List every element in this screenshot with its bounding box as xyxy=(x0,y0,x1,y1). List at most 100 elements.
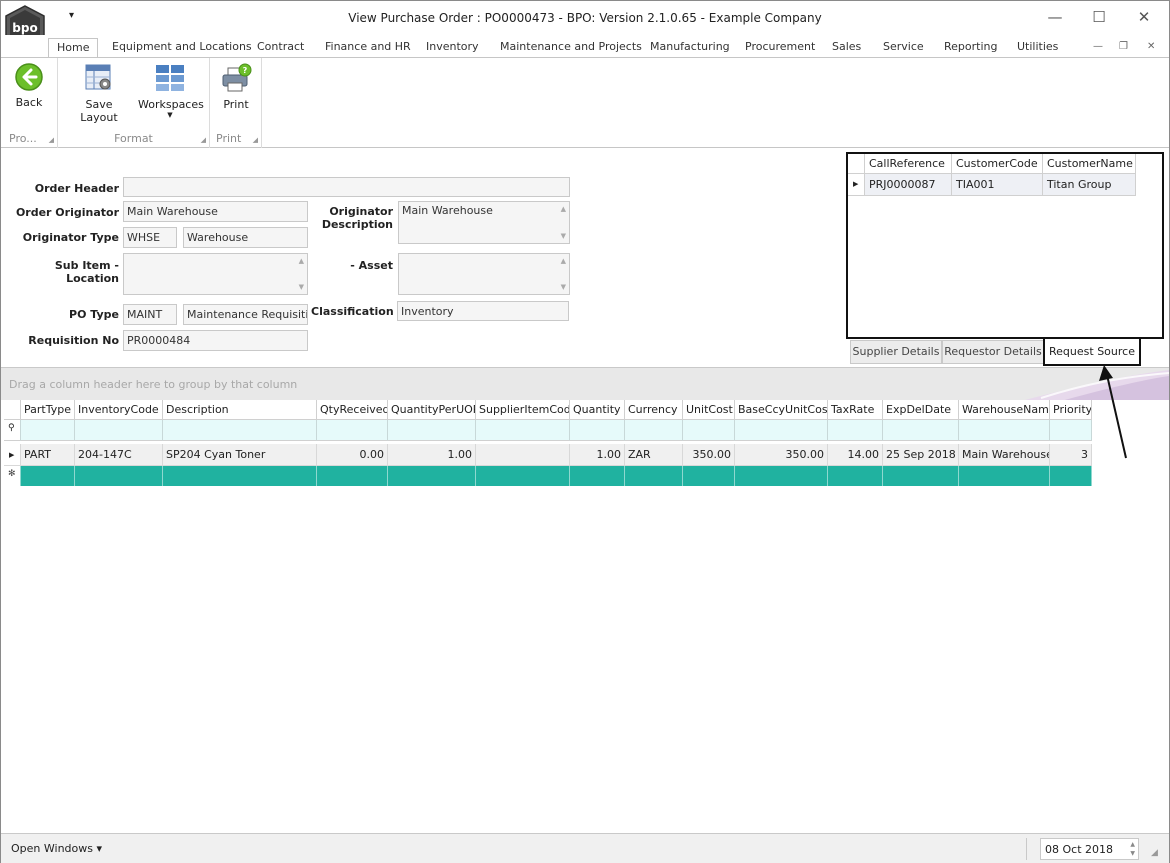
order-header-field[interactable] xyxy=(123,177,570,197)
dialog-launcher-icon[interactable]: ◢ xyxy=(201,136,206,144)
originator-description-field[interactable]: Main Warehouse ▲ ▼ xyxy=(398,201,570,244)
mdi-close-button[interactable]: ✕ xyxy=(1143,38,1159,58)
tab-equipment-and-locations[interactable]: Equipment and Locations xyxy=(108,38,256,58)
save-layout-button[interactable]: Save Layout xyxy=(66,62,132,124)
scroll-down-icon[interactable]: ▼ xyxy=(299,283,304,291)
new-row-cell[interactable] xyxy=(570,466,625,486)
column-header[interactable]: QuantityPerUOP xyxy=(388,400,476,420)
table-cell[interactable]: Titan Group xyxy=(1043,174,1136,196)
scroll-up-icon[interactable]: ▲ xyxy=(561,205,566,213)
tab-reporting[interactable]: Reporting xyxy=(940,38,1001,58)
column-header[interactable]: UnitCost xyxy=(683,400,735,420)
table-cell[interactable]: SP204 Cyan Toner xyxy=(163,444,317,466)
dialog-launcher-icon[interactable]: ◢ xyxy=(49,136,54,144)
minimize-button[interactable]: — xyxy=(1045,7,1065,27)
filter-cell[interactable] xyxy=(883,420,959,441)
tab-sales[interactable]: Sales xyxy=(828,38,865,58)
tab-service[interactable]: Service xyxy=(879,38,928,58)
new-row-cell[interactable] xyxy=(625,466,683,486)
scroll-down-icon[interactable]: ▼ xyxy=(561,232,566,240)
table-cell[interactable]: 1.00 xyxy=(570,444,625,466)
new-row-cell[interactable] xyxy=(683,466,735,486)
column-header[interactable]: Description xyxy=(163,400,317,420)
dialog-launcher-icon[interactable]: ◢ xyxy=(253,136,258,144)
filter-cell[interactable] xyxy=(317,420,388,441)
new-row-cell[interactable] xyxy=(959,466,1050,486)
new-row-cell[interactable] xyxy=(317,466,388,486)
close-button[interactable]: ✕ xyxy=(1134,7,1154,27)
table-cell[interactable]: PRJ0000087 xyxy=(865,174,952,196)
new-row-cell[interactable] xyxy=(883,466,959,486)
open-windows-button[interactable]: Open Windows ▾ xyxy=(11,842,102,855)
tab-contract[interactable]: Contract xyxy=(253,38,308,58)
table-cell[interactable]: Main Warehouse xyxy=(959,444,1050,466)
classification-field[interactable]: Inventory xyxy=(397,301,569,321)
filter-cell[interactable] xyxy=(388,420,476,441)
print-button[interactable]: ? Print xyxy=(216,62,256,111)
filter-cell[interactable] xyxy=(959,420,1050,441)
filter-cell[interactable] xyxy=(735,420,828,441)
filter-cell[interactable] xyxy=(828,420,883,441)
scroll-down-icon[interactable]: ▼ xyxy=(561,283,566,291)
date-field[interactable]: 08 Oct 2018 ▲ ▼ xyxy=(1040,838,1139,860)
column-header[interactable]: QtyReceived xyxy=(317,400,388,420)
resize-grip-icon[interactable]: ◢ xyxy=(1151,848,1158,858)
new-row-icon[interactable]: ✻ xyxy=(4,466,21,486)
table-cell[interactable]: 1.00 xyxy=(388,444,476,466)
new-row-cell[interactable] xyxy=(476,466,570,486)
requisition-no-field[interactable]: PR0000484 xyxy=(123,330,308,351)
table-cell[interactable]: 25 Sep 2018 xyxy=(883,444,959,466)
new-row-cell[interactable] xyxy=(388,466,476,486)
new-row-cell[interactable] xyxy=(75,466,163,486)
sub-item-location-field[interactable]: ▲ ▼ xyxy=(123,253,308,295)
po-type-code-field[interactable]: MAINT xyxy=(123,304,177,325)
table-cell[interactable]: 14.00 xyxy=(828,444,883,466)
tab-maintenance-and-projects[interactable]: Maintenance and Projects xyxy=(496,38,646,58)
order-originator-field[interactable]: Main Warehouse xyxy=(123,201,308,222)
column-header[interactable]: ExpDelDate xyxy=(883,400,959,420)
column-header[interactable]: Currency xyxy=(625,400,683,420)
column-header[interactable]: Priority xyxy=(1050,400,1092,420)
tab-requestor-details[interactable]: Requestor Details xyxy=(942,340,1044,364)
column-header[interactable]: CallReference xyxy=(865,154,952,174)
table-cell[interactable]: 0.00 xyxy=(317,444,388,466)
table-cell[interactable] xyxy=(476,444,570,466)
po-type-field[interactable]: Maintenance Requisition xyxy=(183,304,308,325)
group-by-panel[interactable]: Drag a column header here to group by th… xyxy=(1,367,1169,400)
new-row-cell[interactable] xyxy=(735,466,828,486)
table-cell[interactable]: ZAR xyxy=(625,444,683,466)
tab-inventory[interactable]: Inventory xyxy=(422,38,483,58)
tab-home[interactable]: Home xyxy=(48,38,99,58)
filter-cell[interactable] xyxy=(1050,420,1092,441)
new-row-cell[interactable] xyxy=(163,466,317,486)
row-indicator-icon[interactable]: ▶ xyxy=(848,174,865,196)
new-row-cell[interactable] xyxy=(21,466,75,486)
mdi-minimize-button[interactable]: — xyxy=(1089,38,1107,58)
table-cell[interactable]: TIA001 xyxy=(952,174,1043,196)
tab-utilities[interactable]: Utilities xyxy=(1013,38,1062,58)
tab-procurement[interactable]: Procurement xyxy=(741,38,819,58)
row-indicator-icon[interactable]: ▶ xyxy=(4,444,21,466)
filter-cell[interactable] xyxy=(683,420,735,441)
new-row-cell[interactable] xyxy=(1050,466,1092,486)
originator-type-field[interactable]: Warehouse xyxy=(183,227,308,248)
maximize-button[interactable]: ☐ xyxy=(1089,7,1109,27)
tab-supplier-details[interactable]: Supplier Details xyxy=(850,340,942,364)
spin-buttons-icon[interactable]: ▲ ▼ xyxy=(1130,840,1135,858)
asset-field[interactable]: ▲ ▼ xyxy=(398,253,570,295)
filter-cell[interactable] xyxy=(570,420,625,441)
filter-cell[interactable] xyxy=(625,420,683,441)
mdi-restore-button[interactable]: ❐ xyxy=(1115,38,1132,58)
column-header[interactable]: CustomerCode xyxy=(952,154,1043,174)
scroll-up-icon[interactable]: ▲ xyxy=(561,257,566,265)
column-header[interactable]: BaseCcyUnitCost xyxy=(735,400,828,420)
table-cell[interactable]: 350.00 xyxy=(735,444,828,466)
filter-cell[interactable] xyxy=(476,420,570,441)
tab-manufacturing[interactable]: Manufacturing xyxy=(646,38,734,58)
filter-icon[interactable]: ⚲ xyxy=(4,420,21,441)
table-cell[interactable]: PART xyxy=(21,444,75,466)
scroll-up-icon[interactable]: ▲ xyxy=(299,257,304,265)
table-cell[interactable]: 3 xyxy=(1050,444,1092,466)
column-header[interactable]: TaxRate xyxy=(828,400,883,420)
table-cell[interactable]: 350.00 xyxy=(683,444,735,466)
